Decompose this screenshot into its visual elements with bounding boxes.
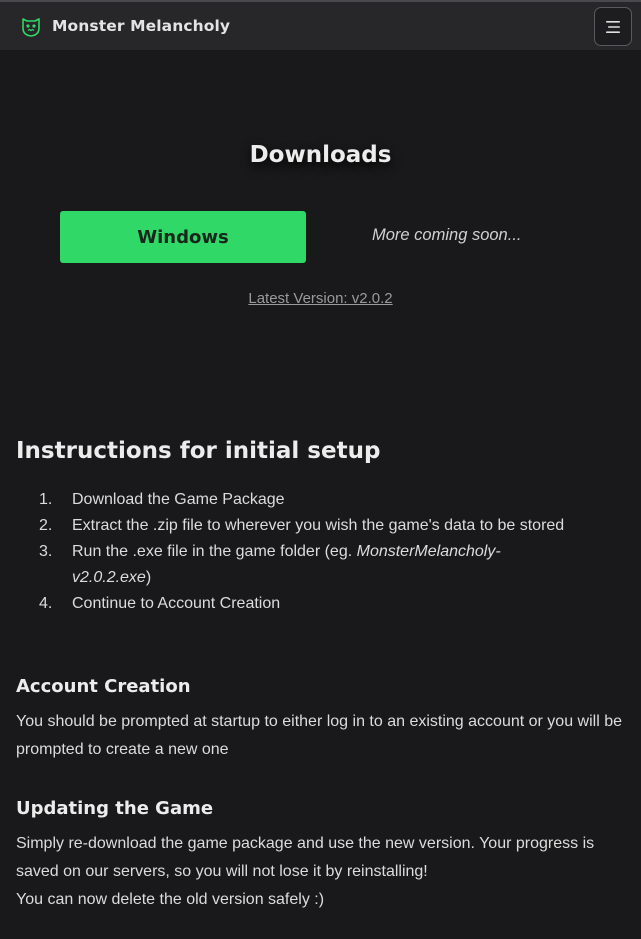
brand-name: Monster Melancholy bbox=[52, 17, 231, 35]
updating-text-line: Simply re-download the game package and … bbox=[16, 835, 595, 880]
coming-soon-note: More coming soon... bbox=[372, 226, 522, 244]
instructions-heading: Instructions for initial setup bbox=[16, 438, 381, 464]
setup-steps-list: 1. Download the Game Package 2. Extract … bbox=[0, 487, 641, 617]
step-number: 1. bbox=[39, 491, 53, 508]
setup-step: 2. Extract the .zip file to wherever you… bbox=[0, 513, 641, 539]
account-creation-heading: Account Creation bbox=[16, 676, 191, 697]
setup-step: 3. Run the .exe file in the game folder … bbox=[0, 539, 641, 591]
step-number: 4. bbox=[39, 595, 53, 612]
step-text: Extract the .zip file to wherever you wi… bbox=[72, 517, 565, 534]
latest-version-link[interactable]: Latest Version: v2.0.2 bbox=[0, 290, 641, 307]
step-text: Run the .exe file in the game folder (eg… bbox=[72, 543, 357, 560]
updating-text-line: You can now delete the old version safel… bbox=[16, 891, 325, 908]
brand-link[interactable]: Monster Melancholy bbox=[20, 13, 230, 39]
step-text: Download the Game Package bbox=[72, 491, 285, 508]
updating-text: Simply re-download the game package and … bbox=[16, 830, 616, 914]
step-number: 2. bbox=[39, 517, 53, 534]
setup-step: 4. Continue to Account Creation bbox=[0, 591, 641, 617]
downloads-title: Downloads bbox=[249, 142, 392, 168]
updating-heading: Updating the Game bbox=[16, 798, 214, 819]
step-text-suffix: ) bbox=[145, 569, 152, 586]
step-number: 3. bbox=[39, 543, 53, 560]
windows-download-button[interactable]: Windows bbox=[60, 211, 306, 263]
step-text: Continue to Account Creation bbox=[72, 595, 281, 612]
account-creation-text: You should be prompted at startup to eit… bbox=[16, 713, 623, 758]
monster-face-icon bbox=[22, 18, 40, 37]
navbar: Monster Melancholy bbox=[0, 2, 641, 50]
setup-step: 1. Download the Game Package bbox=[0, 487, 641, 513]
hamburger-menu-icon bbox=[606, 20, 620, 33]
menu-toggle-button[interactable] bbox=[594, 7, 632, 46]
